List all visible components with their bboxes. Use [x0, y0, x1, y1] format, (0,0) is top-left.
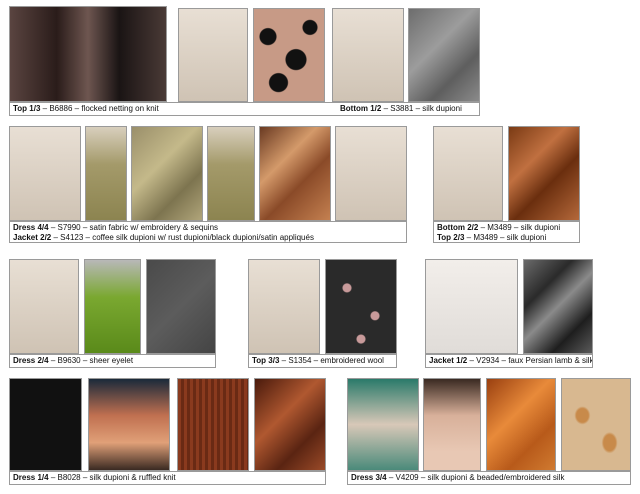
photo-rust-striped-knit-fabric	[177, 378, 249, 471]
photo-pattern-envelope-m3489	[433, 126, 503, 221]
caption-row4-right: Dress 3/4 – V4209 – silk dupioni & beade…	[347, 471, 631, 485]
caption-bottom22: Bottom 2/2 – M3489 – silk dupioni	[437, 223, 561, 232]
caption-dress14: Dress 1/4 – B8028 – silk dupioni & ruffl…	[13, 473, 176, 482]
caption-dress34: Dress 3/4 – V4209 – silk dupioni & beade…	[351, 473, 565, 482]
photo-olive-embroidered-fabric	[131, 126, 203, 221]
caption-row3-right: Jacket 1/2 – V2934 – faux Persian lamb &…	[425, 354, 593, 368]
photo-pattern-envelope-s1354	[248, 259, 320, 354]
photo-faux-persian-lamb-fabric	[523, 259, 593, 354]
photo-orange-dress-mannequin	[88, 378, 170, 471]
caption-bottom12: Bottom 1/2 – S3881 – silk dupioni	[340, 104, 462, 113]
caption-row3-mid: Top 3/3 – S1354 – embroidered wool	[248, 354, 397, 368]
photo-pattern-envelope-v2934	[425, 259, 518, 354]
photo-pattern-envelope-b6886	[178, 8, 248, 102]
photo-olive-dress-mannequin	[85, 126, 127, 221]
caption-top23: Top 2/3 – M3489 – silk dupioni	[437, 233, 547, 242]
caption-row1: Top 1/3 – B6886 – flocked netting on kni…	[9, 102, 480, 116]
caption-row4-left: Dress 1/4 – B8028 – silk dupioni & ruffl…	[9, 471, 326, 485]
photo-green-dress-mannequin	[84, 259, 141, 354]
caption-dress44: Dress 4/4 – S7990 – satin fabric w/ embr…	[13, 223, 219, 232]
photo-rust-silk-dupioni	[508, 126, 580, 221]
caption-row2-right: Bottom 2/2 – M3489 – silk dupioni Top 2/…	[433, 221, 580, 243]
photo-pattern-envelope-s7990	[9, 126, 81, 221]
photo-rust-silk-dupioni-2	[254, 378, 326, 471]
photo-dark-dresses-mannequins	[9, 6, 167, 102]
caption-row2-left: Dress 4/4 – S7990 – satin fabric w/ embr…	[9, 221, 407, 243]
photo-pattern-envelope-v4209	[347, 378, 419, 471]
photo-beaded-embroidered-silk	[561, 378, 631, 471]
photo-sheer-eyelet-fabric	[146, 259, 216, 354]
caption-top33: Top 3/3 – S1354 – embroidered wool	[252, 356, 384, 365]
photo-coffee-silk-dupioni	[259, 126, 331, 221]
photo-flocked-netting-fabric	[253, 8, 325, 102]
photo-pattern-envelope-b9630	[9, 259, 79, 354]
photo-pattern-envelope-b8028	[9, 378, 82, 471]
photo-pattern-envelope-s3881	[332, 8, 404, 102]
caption-top13: Top 1/3 – B6886 – flocked netting on kni…	[13, 104, 159, 113]
photo-orange-silk-dupioni	[486, 378, 556, 471]
photo-embroidered-wool-fabric	[325, 259, 397, 354]
photo-blush-dress-mannequin	[423, 378, 481, 471]
photo-olive-jacket-mannequin	[207, 126, 255, 221]
caption-jacket22: Jacket 2/2 – S4123 – coffee silk dupioni…	[13, 233, 314, 242]
photo-grey-silk-dupioni	[408, 8, 480, 102]
caption-dress24: Dress 2/4 – B9630 – sheer eyelet	[13, 356, 134, 365]
caption-row3-left: Dress 2/4 – B9630 – sheer eyelet	[9, 354, 216, 368]
caption-jacket12: Jacket 1/2 – V2934 – faux Persian lamb &…	[429, 356, 593, 365]
photo-pattern-envelope-s4123	[335, 126, 407, 221]
